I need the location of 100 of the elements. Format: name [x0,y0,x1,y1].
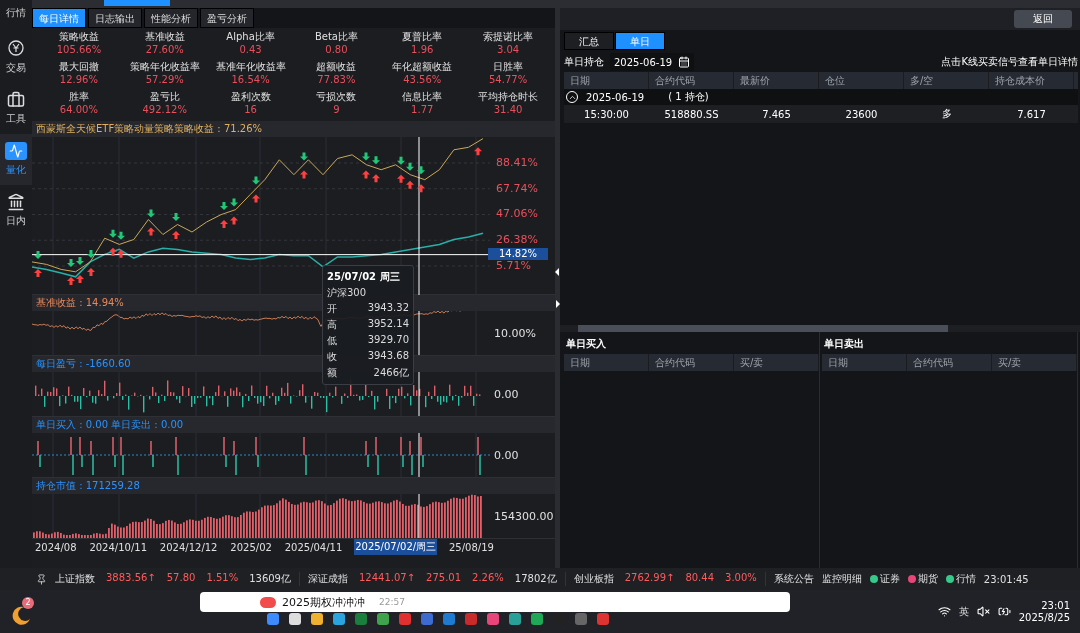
pin-icon[interactable] [36,573,47,585]
back-button[interactable]: 返回 [1014,10,1072,28]
index-percent: 2.26% [472,572,504,585]
crosshair-line [418,311,420,355]
index-percent: 3.00% [725,572,757,585]
stat-label: 基准年化收益率 [215,60,286,73]
column-header: 日期 [822,354,907,371]
battery-icon[interactable] [997,605,1011,618]
table-cell-text: 多 [940,107,953,121]
status-label: 行情 [955,572,976,586]
table-cell-text: 7.465 [761,108,792,120]
stat-label: 盈利次数 [230,90,271,103]
axis-label: 2024/10/11 [88,540,148,554]
stat-label: 亏损次数 [316,90,357,103]
chart-title: 单日买入 : 0.00 单日卖出 : 0.00 [32,417,555,433]
horizontal-scrollbar[interactable] [578,325,948,332]
column-header: 合约代码 [907,354,992,371]
stat-value: 105.66% [56,43,102,56]
stat-value: 57.29% [145,73,184,86]
group-date: 2025-06-19 [586,91,645,103]
crosshair-line [418,372,420,416]
column-header: 合约代码 [649,354,734,371]
crosshair-line [418,433,420,477]
notification-text: 2025期权冲冲冲 [282,594,365,610]
stat-label: 信息比率 [402,90,443,103]
buy-arrow-icon [147,227,155,236]
stat-value: 27.60% [145,43,184,56]
status-link[interactable]: 监控明细 [821,572,862,586]
buy-arrow-icon [172,230,180,239]
axis-label: 2025/02 [229,540,273,554]
chat-icon [260,596,276,608]
sidebar-item[interactable]: 量化 [0,134,32,185]
section-title: 单日卖出 [823,337,865,351]
axis-label: 47.06% [496,208,538,221]
buy-arrow-icon [300,170,308,179]
mute-icon[interactable] [976,605,990,618]
tab[interactable]: 性能分析 [144,8,198,28]
group-count: ( 1 持仓) [668,90,709,104]
stat-value: 43.56% [403,73,442,86]
stat-label: 胜率 [68,90,89,103]
stat-label: 夏普比率 [402,30,443,43]
tooltip-value: 3952.14 [367,318,409,331]
axis-label: 26.38% [496,234,538,247]
tooltip-name: 沪深300 [327,286,368,300]
wifi-icon[interactable] [937,605,951,618]
stat-value: 54.77% [489,73,528,86]
stat-label: 最大回撤 [58,60,99,73]
index-amount: 17802亿 [514,572,557,586]
status-link[interactable]: 系统公告 [773,572,814,586]
stat-value: 31.40 [493,103,523,116]
buy-arrow-icon [34,268,42,277]
hint-text: 点击K线买卖信号查看单日详情 [941,55,1078,69]
tooltip-label: 额 [327,366,337,380]
table-cell-text: 15:30:00 [583,108,630,120]
stat-label: 日胜率 [493,60,524,73]
index-price: 3883.56↑ [106,572,156,585]
chart-title: 持仓市值 : 171259.28 [32,478,555,494]
axis-label: 154300.00 [493,508,555,525]
notification-badge: 2 [22,596,34,609]
stat-label: 策略收益 [58,30,99,43]
sidebar-item[interactable]: 行情 [0,0,32,30]
tooltip-value: 3929.70 [367,334,409,347]
stat-label: Alpha比率 [226,30,275,43]
landmark-icon [7,193,25,211]
index-price: 2762.99↑ [624,572,675,585]
tooltip-value: 3943.32 [367,302,409,315]
stat-value: 16 [244,103,257,116]
index-price: 12441.07↑ [358,572,416,585]
stat-value: 0.43 [239,43,262,56]
tab[interactable]: 盈亏分析 [200,8,254,28]
status-label: 证券 [879,572,900,586]
index-percent: 1.51% [206,572,239,585]
index-amount: 13609亿 [249,572,291,586]
axis-label: 0.00 [493,386,520,403]
index-change: 57.80 [166,572,196,585]
date-field[interactable]: 2025-06-19 [610,53,695,71]
table-cell-text: 23600 [844,108,879,120]
sidebar-item[interactable]: 工具 [0,83,32,134]
tab[interactable]: 汇总 [564,32,614,50]
axis-label: 2024/12/12 [158,540,219,554]
stat-value: 12.96% [59,73,98,86]
clock[interactable]: 23:01 2025/8/25 [1018,599,1070,624]
tooltip-date: 25/07/02 周三 [327,270,401,284]
crosshair-line [418,494,420,538]
axis-label: 88.41% [496,157,538,169]
ime-indicator[interactable]: 英 [958,604,969,619]
notification-popup[interactable]: 2025期权冲冲冲 22:57 [200,592,790,612]
stat-value: 16.54% [231,73,270,86]
index-name: 创业板指 [573,572,614,586]
sell-arrow-icon [300,152,308,161]
sell-arrow-icon [34,250,42,259]
notification-time: 22:57 [379,597,405,607]
status-label: 期货 [917,572,938,586]
sidebar-item[interactable]: 日内 [0,185,32,236]
axis-label: 10.00% [493,325,537,342]
tooltip-label: 开 [327,302,337,316]
sidebar-item[interactable]: 交易 [0,30,32,83]
stat-label: 策略年化收益率 [129,60,200,73]
tab[interactable]: 日志输出 [88,8,142,28]
value-tag: 14.82% [488,247,548,260]
